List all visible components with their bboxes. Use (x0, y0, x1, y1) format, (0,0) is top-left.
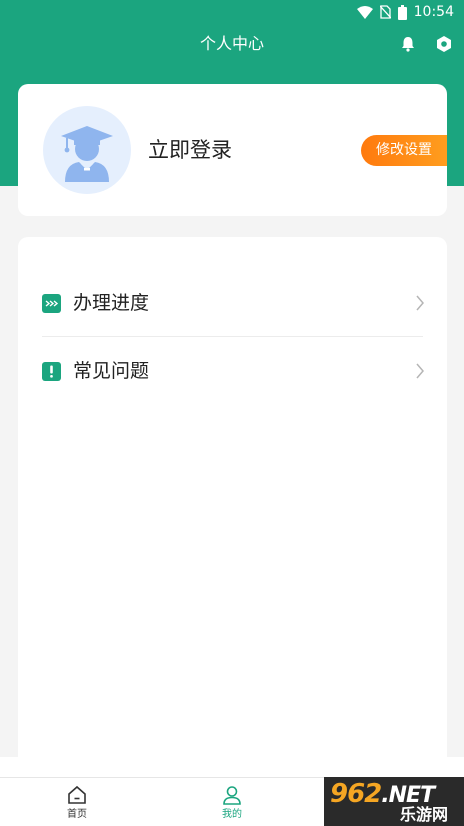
graduate-avatar-icon (61, 126, 113, 182)
watermark-subtext: 乐游网 (400, 805, 449, 824)
chevron-right-icon (416, 363, 424, 379)
tab-label: 首页 (67, 809, 87, 820)
status-time: 10:54 (413, 4, 454, 20)
profile-card: 立即登录 修改设置 (18, 84, 447, 216)
menu-item-label: 办理进度 (73, 292, 150, 314)
menu-item-label: 常见问题 (73, 360, 150, 382)
wifi-icon (356, 5, 373, 19)
login-link[interactable]: 立即登录 (148, 134, 232, 166)
avatar[interactable] (43, 106, 131, 194)
status-bar: 10:54 (0, 0, 464, 26)
page-title: 个人中心 (199, 34, 264, 53)
home-icon (68, 785, 86, 804)
chevron-right-icon (416, 295, 424, 311)
tab-label: 我的 (222, 809, 242, 820)
faq-icon (42, 362, 61, 381)
content-bottom-gap (0, 757, 464, 777)
tab-home[interactable]: 首页 (47, 784, 107, 822)
bell-icon[interactable] (399, 35, 417, 53)
no-sim-icon (379, 5, 391, 19)
user-icon (223, 786, 241, 805)
edit-settings-button[interactable]: 修改设置 (361, 135, 447, 166)
settings-gear-icon[interactable] (435, 35, 453, 53)
battery-icon (397, 4, 407, 20)
menu-item-faq[interactable]: 常见问题 (18, 337, 447, 405)
watermark-logo: 962.NET 乐游网 (324, 777, 464, 826)
progress-icon (42, 294, 61, 313)
menu-card: 办理进度 常见问题 (18, 237, 447, 757)
status-icons: 10:54 (356, 4, 454, 20)
tab-mine[interactable]: 我的 (202, 784, 262, 822)
menu-item-progress[interactable]: 办理进度 (18, 269, 447, 337)
